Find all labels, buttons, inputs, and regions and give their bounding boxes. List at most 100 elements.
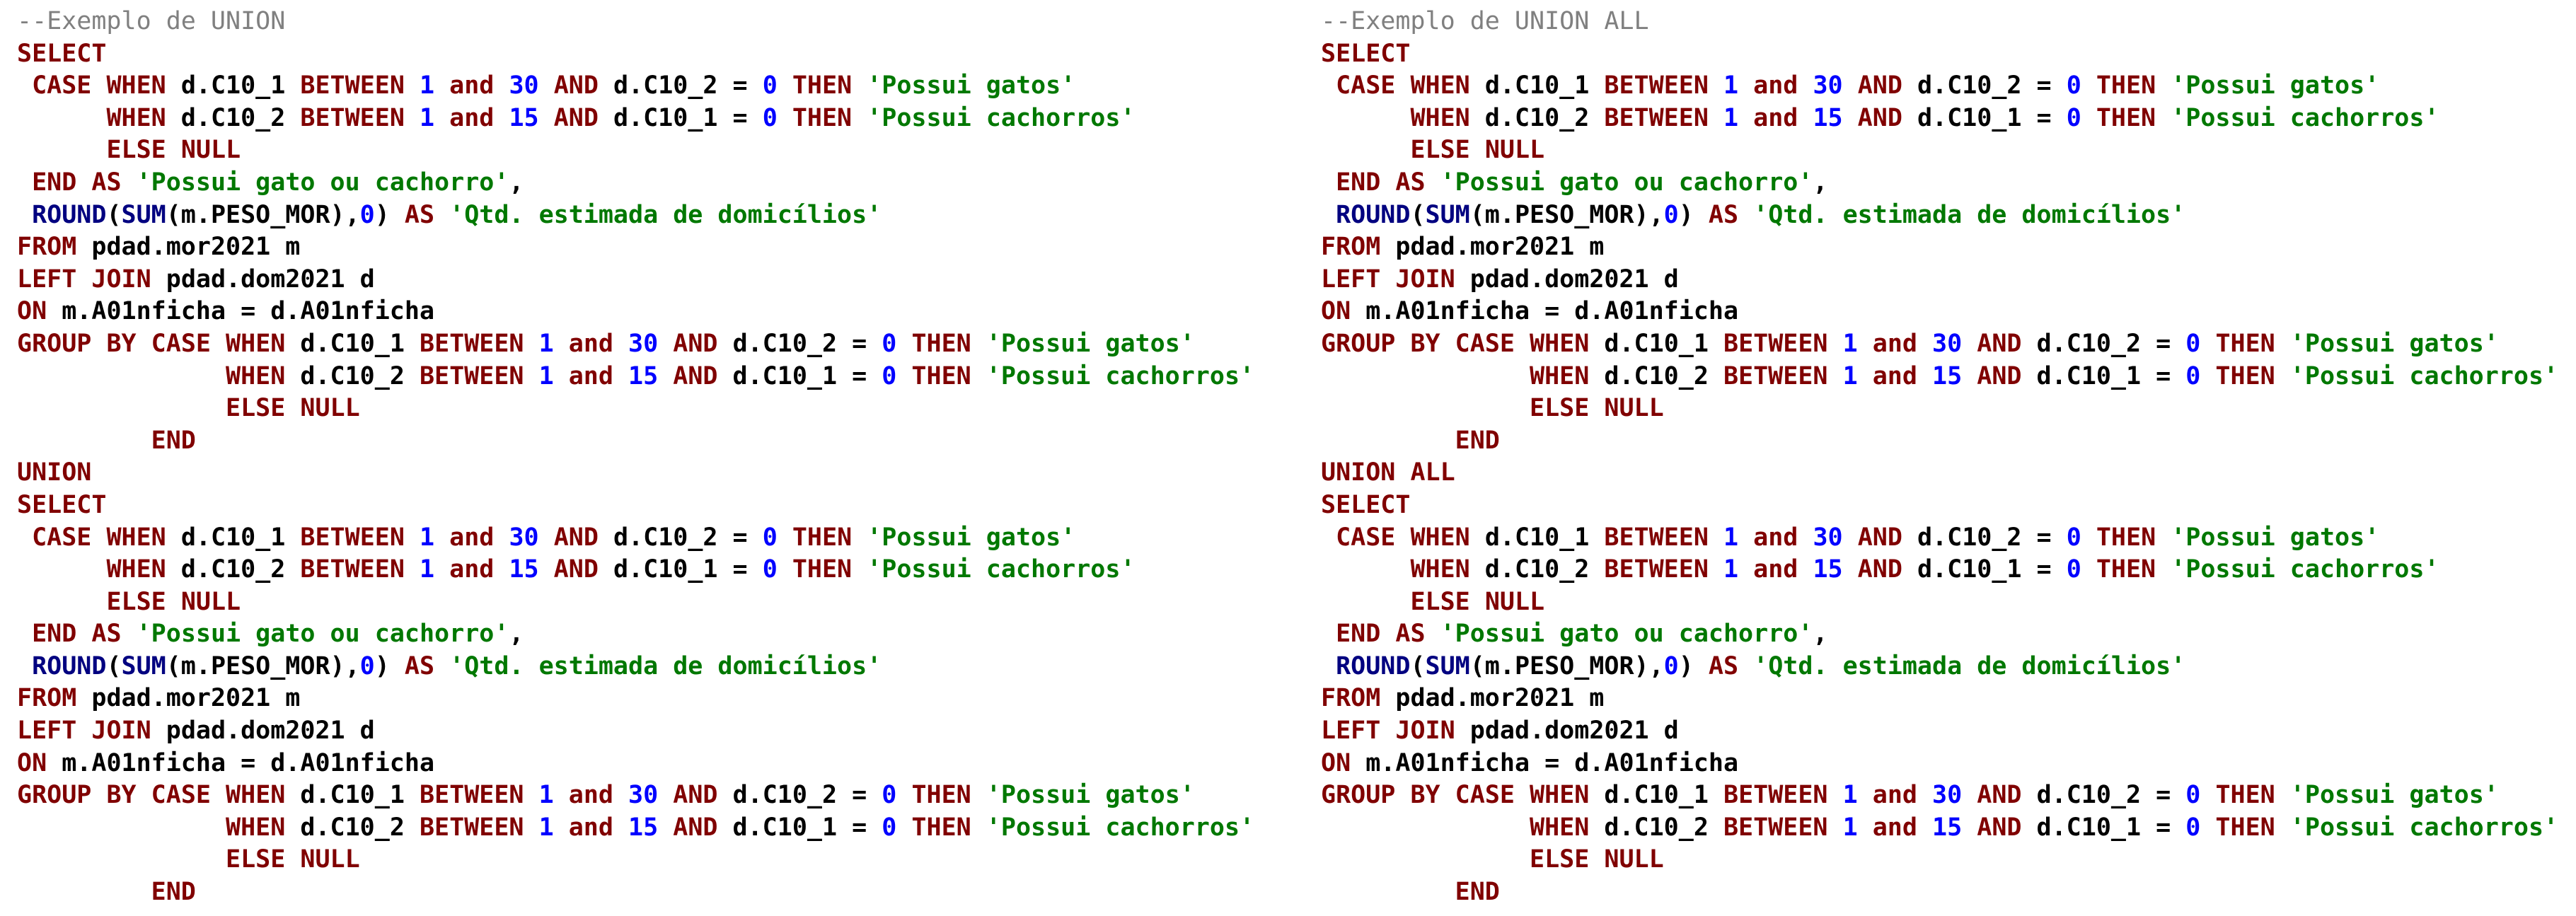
sql-text: d.C10_1	[285, 781, 420, 810]
code-line[interactable]: ROUND(SUM(m.PESO_MOR),0) AS 'Qtd. estima…	[17, 651, 1290, 683]
code-line[interactable]: GROUP BY CASE WHEN d.C10_1 BETWEEN 1 and…	[17, 328, 1290, 361]
code-line[interactable]: END	[17, 425, 1290, 458]
sql-text: pdad.mor2021 m	[76, 233, 301, 262]
code-line[interactable]: LEFT JOIN pdad.dom2021 d	[17, 715, 1290, 748]
code-line[interactable]: GROUP BY CASE WHEN d.C10_1 BETWEEN 1 and…	[17, 779, 1290, 812]
code-line[interactable]: ROUND(SUM(m.PESO_MOR),0) AS 'Qtd. estima…	[17, 199, 1290, 232]
sql-number: 0	[762, 103, 778, 132]
code-line[interactable]: END AS 'Possui gato ou cachorro',	[1321, 167, 2576, 199]
sql-keyword: AND	[1977, 361, 2022, 390]
sql-text: d.C10_1	[166, 523, 301, 552]
sql-keyword: ELSE	[226, 394, 286, 423]
sql-keyword: FROM	[17, 233, 77, 262]
code-line[interactable]: CASE WHEN d.C10_1 BETWEEN 1 and 30 AND d…	[1321, 70, 2576, 103]
code-line[interactable]: ELSE NULL	[17, 844, 1290, 876]
code-line[interactable]: WHEN d.C10_2 BETWEEN 1 and 15 AND d.C10_…	[1321, 554, 2576, 586]
code-line[interactable]: WHEN d.C10_2 BETWEEN 1 and 15 AND d.C10_…	[1321, 812, 2576, 845]
code-line[interactable]: SELECT	[17, 489, 1290, 522]
code-line[interactable]: END	[1321, 876, 2576, 909]
code-line[interactable]: ON m.A01nficha = d.A01nficha	[17, 748, 1290, 780]
code-line[interactable]: FROM pdad.mor2021 m	[1321, 231, 2576, 264]
code-line[interactable]: WHEN d.C10_2 BETWEEN 1 and 15 AND d.C10_…	[17, 361, 1290, 393]
sql-number: 1	[1723, 523, 1739, 552]
code-line[interactable]: WHEN d.C10_2 BETWEEN 1 and 15 AND d.C10_…	[17, 103, 1290, 135]
sql-number: 0	[2185, 781, 2201, 810]
code-line[interactable]: UNION ALL	[1321, 457, 2576, 489]
sql-keyword: GROUP	[1321, 781, 1396, 810]
code-line[interactable]: SELECT	[1321, 38, 2576, 71]
code-line[interactable]: ROUND(SUM(m.PESO_MOR),0) AS 'Qtd. estima…	[1321, 199, 2576, 232]
code-line[interactable]: WHEN d.C10_2 BETWEEN 1 and 15 AND d.C10_…	[17, 812, 1290, 845]
code-line[interactable]: --Exemplo de UNION	[17, 6, 1290, 38]
sql-keyword: AS	[91, 620, 122, 649]
code-line[interactable]: END AS 'Possui gato ou cachorro',	[17, 167, 1290, 199]
code-line[interactable]: END AS 'Possui gato ou cachorro',	[1321, 618, 2576, 651]
code-line[interactable]: LEFT JOIN pdad.dom2021 d	[1321, 715, 2576, 748]
code-line[interactable]: LEFT JOIN pdad.dom2021 d	[1321, 264, 2576, 296]
sql-keyword: BETWEEN	[300, 555, 405, 584]
code-line[interactable]: GROUP BY CASE WHEN d.C10_1 BETWEEN 1 and…	[1321, 328, 2576, 361]
code-line[interactable]: FROM pdad.mor2021 m	[17, 683, 1290, 715]
code-line[interactable]: GROUP BY CASE WHEN d.C10_1 BETWEEN 1 and…	[1321, 779, 2576, 812]
sql-keyword: and	[1753, 103, 1798, 132]
code-line[interactable]: END AS 'Possui gato ou cachorro',	[17, 618, 1290, 651]
code-line[interactable]: ELSE NULL	[17, 393, 1290, 425]
code-line[interactable]: END	[17, 876, 1290, 909]
code-line[interactable]: END	[1321, 425, 2576, 458]
sql-keyword: AND	[1977, 781, 2022, 810]
code-line[interactable]: FROM pdad.mor2021 m	[1321, 683, 2576, 715]
code-line[interactable]: ROUND(SUM(m.PESO_MOR),0) AS 'Qtd. estima…	[1321, 651, 2576, 683]
code-line[interactable]: ELSE NULL	[1321, 844, 2576, 876]
sql-number: 0	[2066, 555, 2081, 584]
sql-comment: --Exemplo de UNION ALL	[1321, 7, 1649, 35]
code-line[interactable]: ELSE NULL	[1321, 586, 2576, 619]
code-line[interactable]: WHEN d.C10_2 BETWEEN 1 and 15 AND d.C10_…	[17, 554, 1290, 586]
code-line[interactable]: ON m.A01nficha = d.A01nficha	[17, 296, 1290, 328]
code-line[interactable]: ELSE NULL	[17, 134, 1290, 167]
code-pane-union-all[interactable]: --Exemplo de UNION ALL SELECT CASE WHEN d…	[1321, 6, 2576, 909]
code-line[interactable]: FROM pdad.mor2021 m	[17, 231, 1290, 264]
code-line[interactable]: WHEN d.C10_2 BETWEEN 1 and 15 AND d.C10_…	[1321, 103, 2576, 135]
code-line[interactable]: ELSE NULL	[17, 586, 1290, 619]
code-line[interactable]: CASE WHEN d.C10_1 BETWEEN 1 and 30 AND d…	[17, 522, 1290, 555]
sql-number: 1	[420, 523, 435, 552]
code-line[interactable]: ON m.A01nficha = d.A01nficha	[1321, 748, 2576, 780]
code-line[interactable]: UNION	[17, 457, 1290, 489]
code-pane-union[interactable]: --Exemplo de UNION SELECT CASE WHEN d.C10…	[17, 6, 1290, 909]
code-line[interactable]: SELECT	[1321, 489, 2576, 522]
code-line[interactable]: ELSE NULL	[1321, 393, 2576, 425]
code-line[interactable]: --Exemplo de UNION ALL	[1321, 6, 2576, 38]
sql-number: 0	[882, 361, 897, 390]
code-line[interactable]: CASE WHEN d.C10_1 BETWEEN 1 and 30 AND d…	[1321, 522, 2576, 555]
code-line[interactable]: SELECT	[17, 38, 1290, 71]
code-line[interactable]: ON m.A01nficha = d.A01nficha	[1321, 296, 2576, 328]
sql-keyword: AS	[1708, 200, 1739, 229]
sql-keyword: AS	[91, 168, 122, 197]
code-line[interactable]: CASE WHEN d.C10_1 BETWEEN 1 and 30 AND d…	[17, 70, 1290, 103]
code-line[interactable]: WHEN d.C10_2 BETWEEN 1 and 15 AND d.C10_…	[1321, 361, 2576, 393]
code-line[interactable]: ELSE NULL	[1321, 134, 2576, 167]
sql-keyword: NULL	[300, 845, 360, 874]
sql-number: 1	[419, 555, 435, 584]
sql-text: d.C10_2 =	[2021, 329, 2186, 358]
sql-number: 0	[762, 523, 778, 552]
code-line[interactable]: LEFT JOIN pdad.dom2021 d	[17, 264, 1290, 296]
